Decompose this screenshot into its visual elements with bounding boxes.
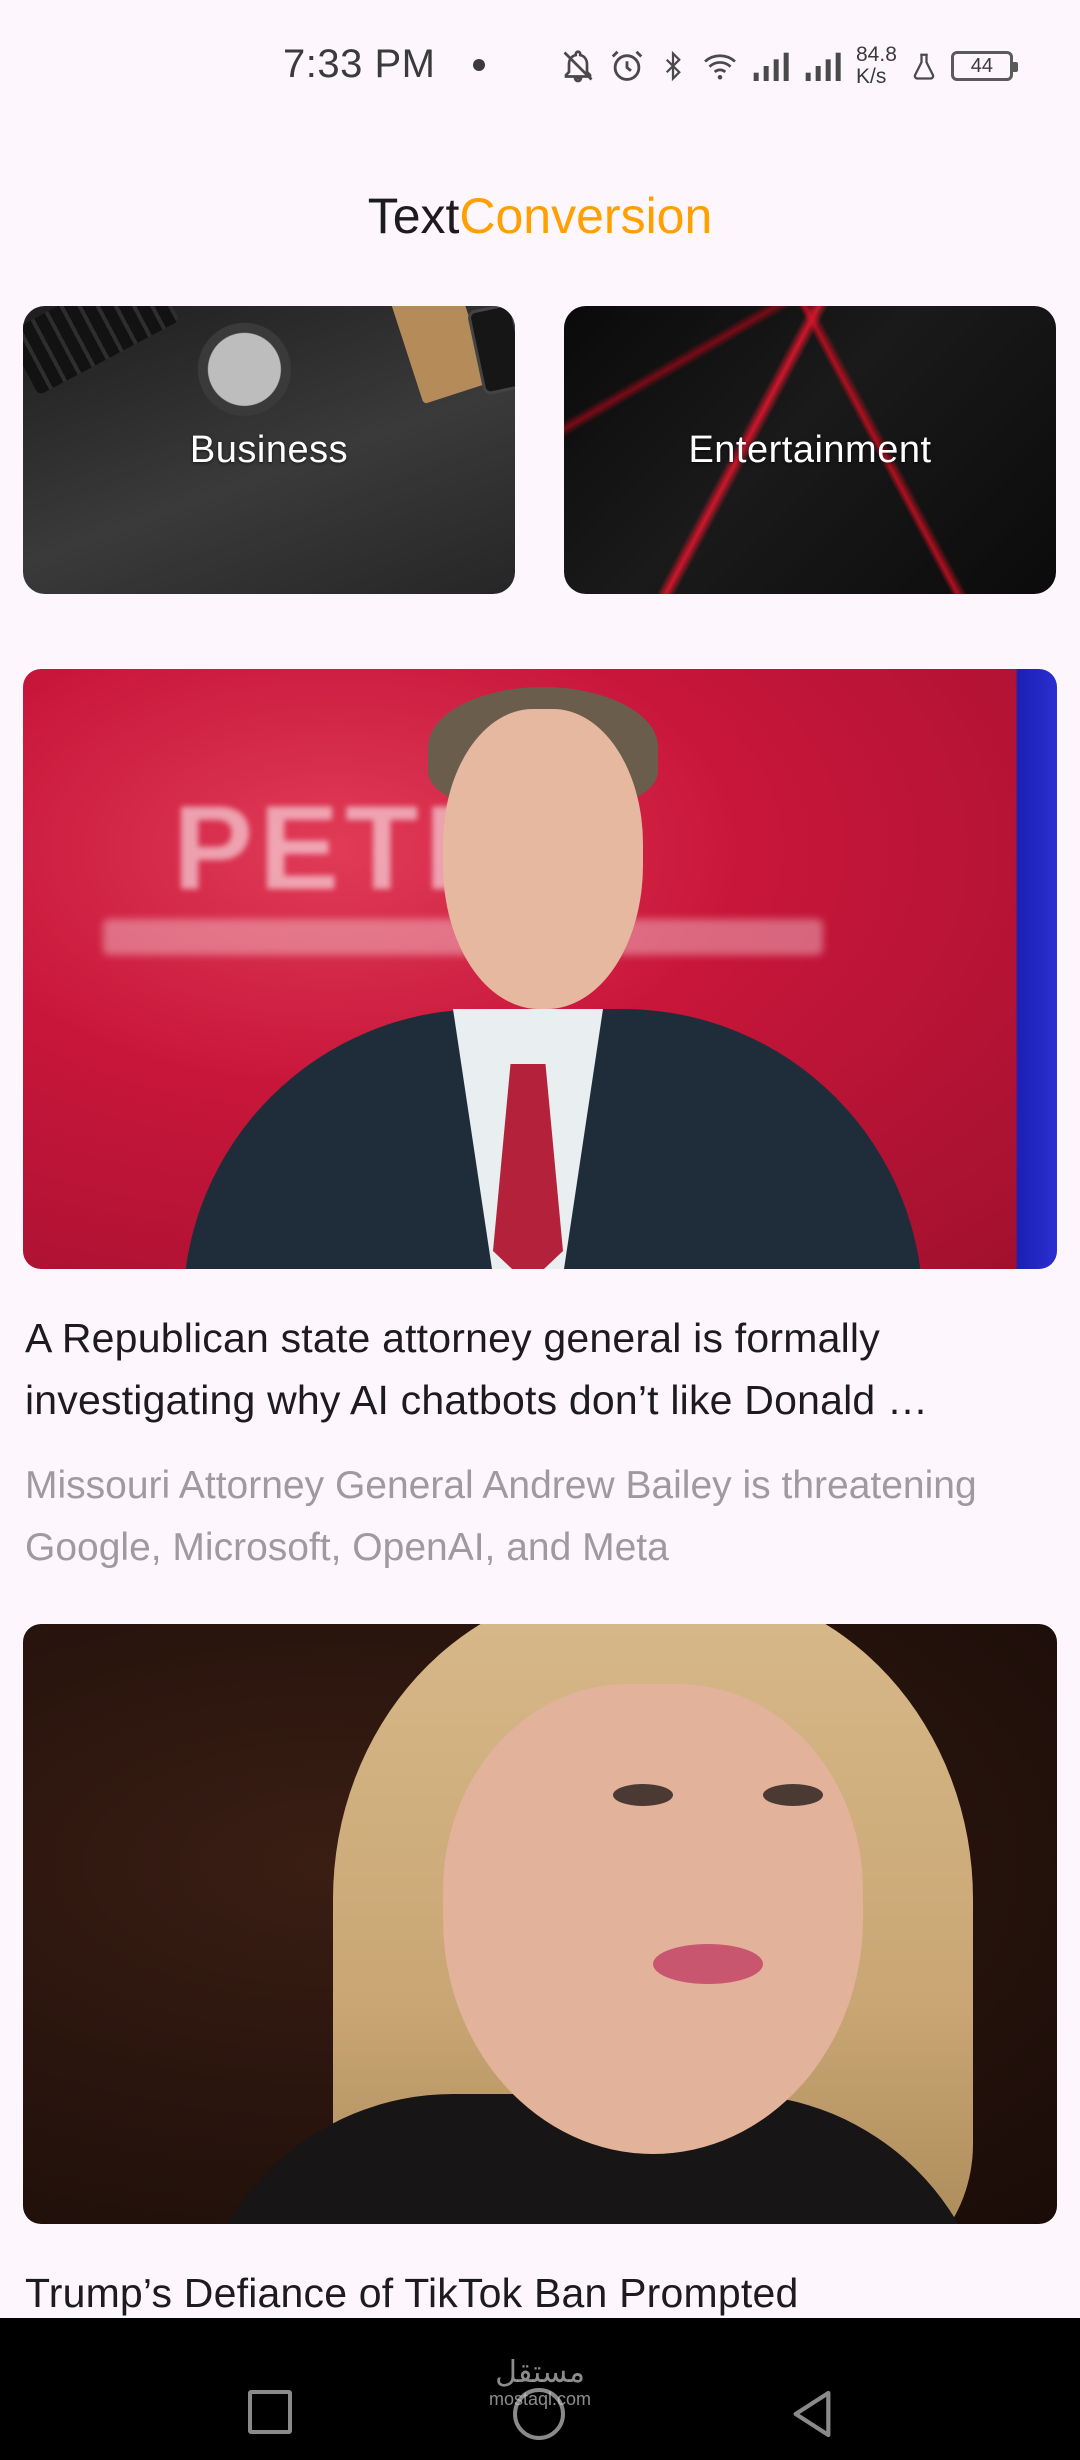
keyboard-image — [23, 306, 181, 396]
status-bar: 7:33 PM 84.8 K/s 44 — [0, 0, 1080, 130]
notification-dot — [473, 59, 485, 71]
article-image[interactable] — [23, 1624, 1057, 2224]
watermark-arabic: مستقل — [495, 2356, 585, 2389]
signal-icon — [753, 52, 789, 81]
alarm-icon — [611, 50, 643, 81]
article-title[interactable]: A Republican state attorney general is f… — [25, 1307, 1055, 1431]
back-button[interactable] — [784, 2386, 840, 2442]
battery-level: 44 — [970, 54, 993, 77]
status-icons: 84.8 K/s 44 — [560, 36, 1018, 96]
network-speed-value: 84.8 — [856, 43, 897, 66]
article-title-line: investigating why AI chatbots don’t like… — [25, 1377, 929, 1423]
category-card-entertainment[interactable]: Entertainment — [564, 306, 1056, 594]
signal-icon — [805, 52, 841, 81]
person-eye — [763, 1784, 823, 1806]
article-title-line: A Republican state attorney general is f… — [25, 1315, 880, 1361]
status-time: 7:33 PM — [283, 42, 436, 86]
app-title-accent: Conversion — [459, 188, 713, 244]
watermark-latin: mostaql.com — [488, 2389, 592, 2409]
app-title-text: Text — [367, 188, 460, 244]
app-title: TextConversion — [0, 186, 1080, 246]
watermark-logo: مستقل mostaql.com — [470, 2358, 610, 2410]
person-eye — [613, 1784, 673, 1806]
recents-button[interactable] — [248, 2390, 292, 2434]
person-face — [443, 1684, 863, 2154]
person-lips — [653, 1944, 763, 1984]
category-card-business[interactable]: Business — [23, 306, 515, 594]
bluetooth-icon — [665, 50, 681, 82]
article-description: Missouri Attorney General Andrew Bailey … — [25, 1464, 977, 1569]
category-label-entertainment: Entertainment — [688, 428, 932, 471]
app-screen: 7:33 PM 84.8 K/s 44 TextConversion Busin… — [0, 0, 1080, 2460]
article-image[interactable]: PETE — [23, 669, 1057, 1269]
battery-icon: 44 — [950, 51, 1018, 81]
category-label-business: Business — [189, 428, 349, 471]
network-speed: 84.8 K/s — [856, 44, 897, 88]
notifications-off-icon — [563, 50, 593, 83]
lab-icon — [913, 53, 935, 80]
network-speed-unit: K/s — [856, 65, 887, 88]
navigation-bar: مستقل mostaql.com — [0, 2318, 1080, 2460]
article-title[interactable]: Trump’s Defiance of TikTok Ban Prompted — [25, 2262, 1055, 2324]
person-face — [443, 709, 643, 1009]
wifi-icon — [704, 54, 736, 80]
